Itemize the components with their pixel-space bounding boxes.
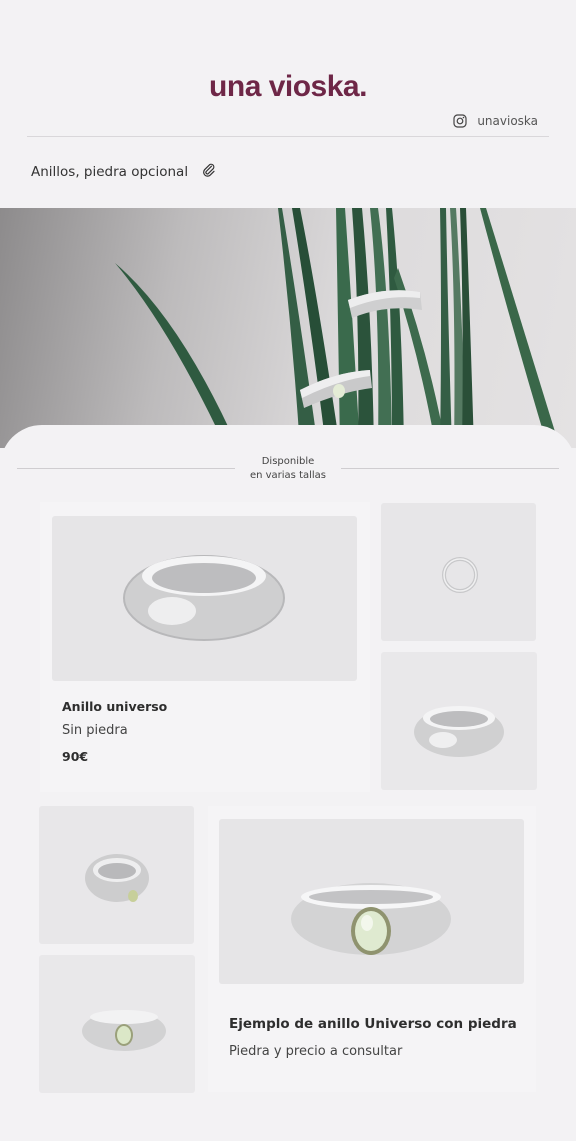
collection-heading: Anillos, piedra opcional <box>31 163 216 181</box>
availability-divider-left <box>17 468 235 469</box>
product-1-thumb-bottom[interactable] <box>381 652 537 790</box>
availability-note: Disponible en varias tallas <box>238 455 338 483</box>
product-2-thumb-bottom[interactable] <box>39 955 195 1093</box>
product-1-subtitle: Sin piedra <box>62 723 128 738</box>
availability-line-2: en varias tallas <box>249 470 327 481</box>
instagram-handle: unavioska <box>477 114 538 128</box>
availability-line-1: Disponible <box>261 456 315 467</box>
product-1-price: 90€ <box>62 749 89 764</box>
availability-divider-right <box>341 468 559 469</box>
product-1-main-photo[interactable] <box>52 516 357 681</box>
product-2-thumb-top[interactable] <box>39 806 194 944</box>
instagram-link[interactable]: unavioska <box>453 114 538 128</box>
brand-logo[interactable]: una vioska. <box>0 70 576 104</box>
product-2-title[interactable]: Ejemplo de anillo Universo con piedra <box>229 1016 517 1032</box>
hero-image <box>0 208 576 448</box>
header-divider <box>27 136 549 137</box>
paperclip-icon[interactable] <box>202 163 216 181</box>
product-1-thumb-top[interactable] <box>381 503 536 641</box>
product-1-title[interactable]: Anillo universo <box>62 699 167 714</box>
collection-title: Anillos, piedra opcional <box>31 164 189 180</box>
instagram-icon <box>453 114 467 128</box>
product-2-subtitle: Piedra y precio a consultar <box>229 1044 403 1059</box>
product-2-main-photo[interactable] <box>219 819 524 984</box>
